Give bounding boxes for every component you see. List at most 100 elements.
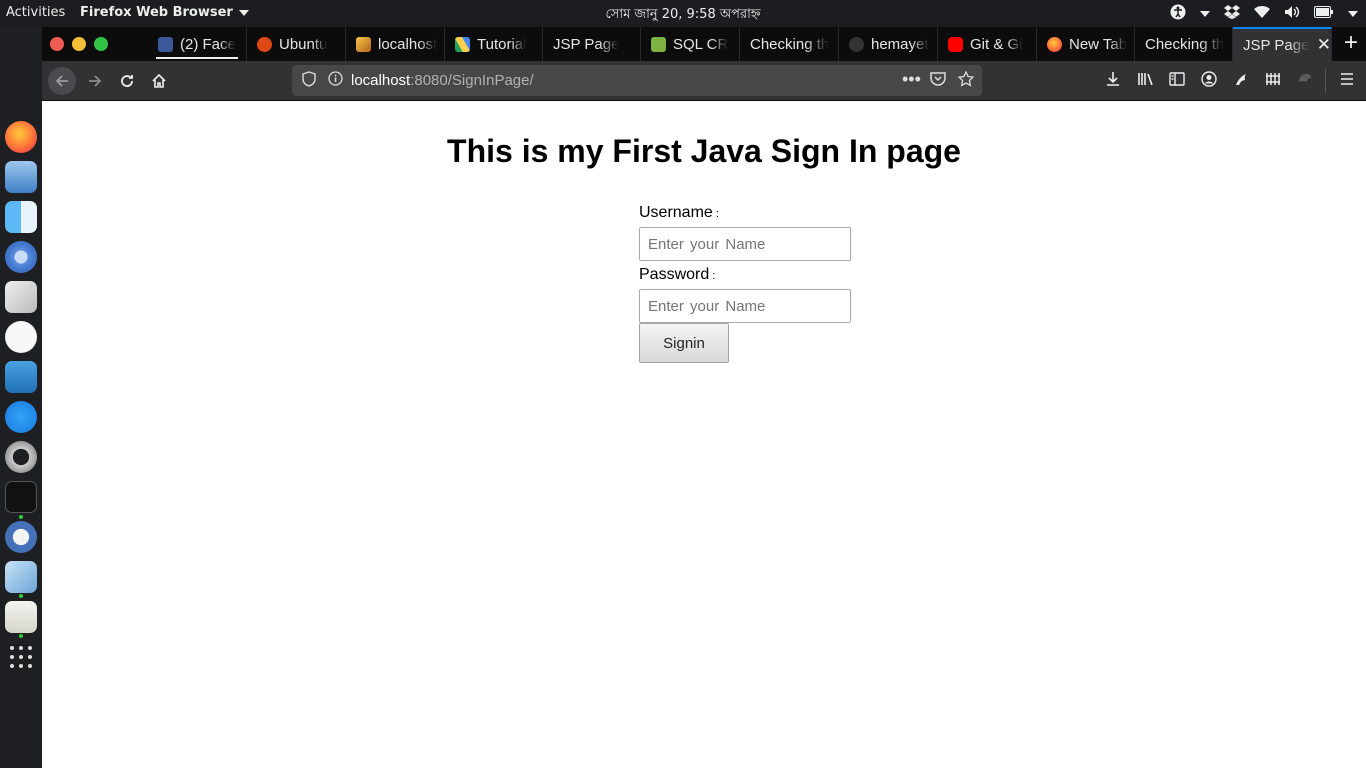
chromium-icon[interactable]: [5, 241, 37, 273]
tab-localhost[interactable]: localhost: [346, 27, 445, 61]
url-path: :8080/SignInPage/: [410, 72, 534, 89]
tab-label: Ubuntu: [279, 35, 328, 53]
username-label-text: Username: [639, 204, 713, 221]
volume-icon[interactable]: [1284, 5, 1300, 23]
tab-label: Checking th: [750, 35, 830, 53]
password-input[interactable]: [639, 289, 851, 323]
tab-facebook[interactable]: (2) Face: [148, 27, 247, 61]
mail-icon[interactable]: [5, 161, 37, 193]
pocket-icon[interactable]: [930, 71, 946, 89]
star-icon[interactable]: [957, 70, 975, 90]
tab-label: Git & Gi: [970, 35, 1023, 53]
new-tab-button[interactable]: +: [1344, 30, 1358, 56]
system-top-bar: Activities Firefox Web Browser সোম জানু …: [0, 0, 1366, 27]
tab-ubuntu[interactable]: Ubuntu: [247, 27, 346, 61]
system-tray[interactable]: [1170, 4, 1358, 24]
github-icon: [849, 36, 864, 52]
download-icon[interactable]: [1105, 71, 1121, 92]
tab-jsp-page-active[interactable]: JSP Page ✕: [1233, 27, 1332, 61]
firefox-icon: [1047, 36, 1062, 52]
account-icon[interactable]: [1201, 71, 1217, 92]
app-store-icon[interactable]: [5, 401, 37, 433]
page-actions-icon[interactable]: •••: [902, 69, 921, 90]
facebook-icon: [158, 36, 173, 52]
chevron-down-icon[interactable]: [1348, 7, 1358, 22]
library-icon[interactable]: [1137, 71, 1155, 92]
youtube-icon: [948, 36, 963, 52]
tab-checking[interactable]: Checking th: [740, 27, 839, 61]
text-editor-icon[interactable]: [5, 601, 37, 633]
app-menu[interactable]: Firefox Web Browser: [80, 5, 249, 20]
chevron-down-icon: [238, 9, 249, 16]
tab-label: JSP Page: [1243, 36, 1309, 54]
page-title: This is my First Java Sign In page: [447, 133, 961, 169]
url-text[interactable]: localhost:8080/SignInPage/: [351, 72, 534, 89]
virtualbox-icon[interactable]: [5, 561, 37, 593]
username-input[interactable]: [639, 227, 851, 261]
sql-icon: [651, 36, 666, 52]
tab-hemayet[interactable]: hemayet: [839, 27, 938, 61]
window-maximize-button[interactable]: [94, 37, 108, 51]
tomcat-icon: [356, 36, 371, 52]
finder-icon[interactable]: [5, 201, 37, 233]
password-label: Password:: [639, 266, 715, 284]
tab-git[interactable]: Git & Gi: [938, 27, 1037, 61]
reload-icon: [121, 75, 133, 87]
tab-sql[interactable]: SQL CR: [641, 27, 740, 61]
tab-label: JSP Page: [553, 35, 620, 53]
username-label: Username:: [639, 204, 719, 222]
dock: [0, 27, 42, 768]
arrow-right-icon: [89, 75, 102, 87]
navigation-toolbar: localhost:8080/SignInPage/ •••: [42, 61, 1366, 101]
arrow-left-icon: [55, 75, 68, 87]
show-applications-icon[interactable]: [5, 641, 37, 673]
back-button[interactable]: [48, 67, 76, 95]
help-icon[interactable]: [5, 441, 37, 473]
music-icon[interactable]: [5, 321, 37, 353]
tab-label: hemayet: [871, 35, 929, 53]
extension-dim-icon[interactable]: [1297, 71, 1313, 92]
window-minimize-button[interactable]: [72, 37, 86, 51]
tab-label: New Tab: [1069, 35, 1128, 53]
hamburger-menu-icon[interactable]: [1339, 71, 1355, 92]
username-colon: :: [715, 208, 719, 220]
tab-label: SQL CR: [673, 35, 729, 53]
running-indicator: [19, 594, 23, 598]
accessibility-icon[interactable]: [1170, 4, 1186, 24]
url-bar[interactable]: localhost:8080/SignInPage/ •••: [292, 65, 982, 96]
signin-button[interactable]: Signin: [639, 323, 729, 363]
close-icon[interactable]: ✕: [1317, 35, 1331, 55]
window-close-button[interactable]: [50, 37, 64, 51]
battery-icon[interactable]: [1314, 6, 1334, 22]
dropbox-icon[interactable]: [1224, 5, 1240, 23]
photos-icon[interactable]: [5, 281, 37, 313]
tab-label: Tutorial: [477, 35, 527, 53]
tab-jsp-page[interactable]: JSP Page: [543, 27, 641, 61]
gimp-icon[interactable]: [5, 521, 37, 553]
askubuntu-icon: [257, 36, 272, 52]
forward-button[interactable]: [81, 67, 109, 95]
home-button[interactable]: [145, 67, 173, 95]
info-icon[interactable]: [328, 71, 343, 89]
tab-active-underline: [156, 57, 238, 59]
tab-tutorial[interactable]: Tutorial: [445, 27, 543, 61]
tab-new-tab[interactable]: New Tab: [1037, 27, 1135, 61]
home-icon: [152, 73, 166, 88]
tab-checking-2[interactable]: Checking th: [1135, 27, 1233, 61]
tab-strip: (2) Face Ubuntu localhost Tutorial JSP P…: [42, 27, 1366, 61]
terminal-icon[interactable]: [5, 481, 37, 513]
reload-button[interactable]: [113, 67, 141, 95]
activities-button[interactable]: Activities: [6, 5, 65, 20]
page-content: This is my First Java Sign In page Usern…: [42, 101, 1366, 768]
shield-icon[interactable]: [302, 71, 316, 90]
word-icon[interactable]: [5, 361, 37, 393]
sidebar-icon[interactable]: [1169, 71, 1185, 92]
tab-label: (2) Face: [180, 35, 236, 53]
firefox-icon[interactable]: [5, 121, 37, 153]
password-colon: :: [712, 270, 716, 282]
app-menu-label: Firefox Web Browser: [80, 5, 233, 20]
chevron-down-icon[interactable]: [1200, 7, 1210, 22]
extension-icon[interactable]: [1233, 71, 1249, 92]
wifi-icon[interactable]: [1254, 5, 1270, 23]
extension-grid-icon[interactable]: [1265, 71, 1281, 92]
